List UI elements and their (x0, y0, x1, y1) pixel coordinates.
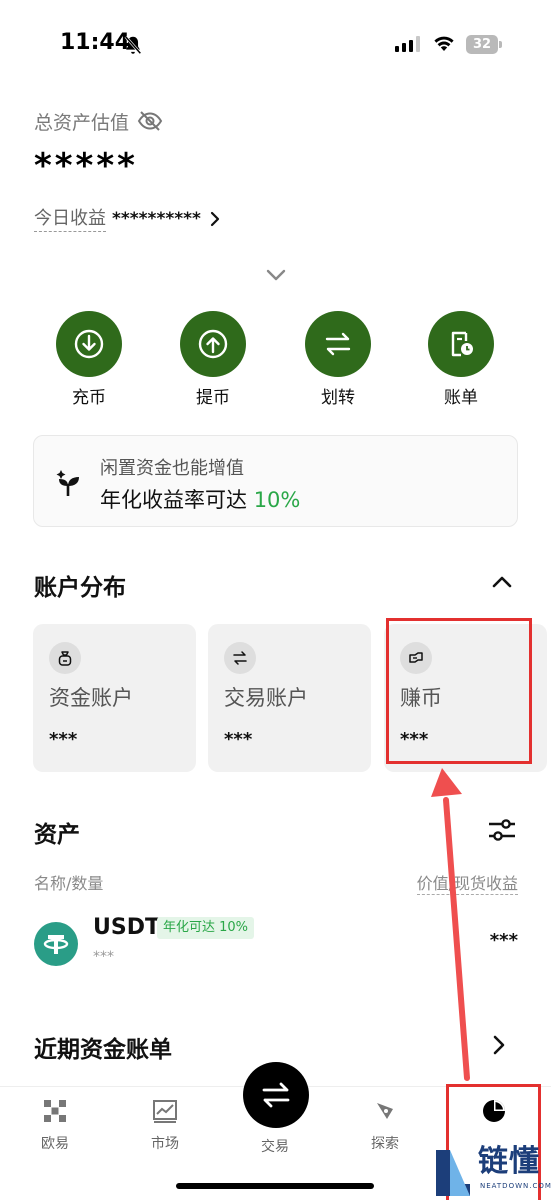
nav-home-label: 欧易 (41, 1136, 69, 1152)
watermark-logo: 链懂 NEATDOWN.COM (434, 1130, 551, 1200)
promo-main-text: 年化收益率可达 10% (100, 484, 300, 514)
status-bar: 11:44 32 (0, 0, 551, 90)
deposit-label: 充币 (72, 388, 106, 408)
trading-account-value: *** (224, 729, 253, 750)
today-earnings-label: 今日收益 (34, 207, 106, 232)
promo-rate: 10% (253, 488, 301, 512)
earn-promo-banner[interactable]: 闲置资金也能增值 年化收益率可达 10% (33, 435, 518, 527)
funding-account-name: 资金账户 (49, 686, 133, 710)
okx-logo-icon (44, 1100, 66, 1122)
today-earnings-row[interactable]: 今日收益 ********** (34, 206, 223, 232)
bag-icon (49, 642, 81, 674)
sprout-icon (56, 470, 79, 496)
status-time: 11:44 (60, 30, 131, 55)
nav-home[interactable]: 欧易 (10, 1097, 100, 1153)
recent-bills-title[interactable]: 近期资金账单 (34, 1030, 172, 1064)
watermark-text: 链懂 (478, 1144, 540, 1179)
chevron-down-icon[interactable] (264, 264, 288, 286)
total-assets-label-row: 总资产估值 (34, 108, 163, 134)
watermark-subtext: NEATDOWN.COM (480, 1182, 551, 1190)
home-indicator (176, 1183, 374, 1189)
asset-name: USDT (93, 915, 160, 940)
funding-account-value: *** (49, 729, 78, 750)
asset-apy-badge: 年化可达 10% (157, 917, 255, 939)
battery-level: 32 (466, 35, 498, 54)
trade-button[interactable] (243, 1062, 309, 1128)
compass-icon (377, 1103, 393, 1119)
total-assets-value: ***** (34, 146, 138, 186)
withdraw-label: 提币 (196, 388, 230, 408)
assets-column-value: 价值/现货收益 (416, 870, 518, 895)
total-assets-label: 总资产估值 (34, 111, 130, 134)
trading-account-card[interactable]: 交易账户 *** (208, 624, 371, 772)
transfer-arrows-icon (262, 1082, 290, 1108)
asset-value: *** (489, 930, 518, 951)
assets-column-name: 名称/数量 (34, 874, 104, 893)
promo-main-label: 年化收益率可达 (100, 488, 247, 512)
nav-explore-label: 探索 (371, 1136, 399, 1152)
bell-off-icon (124, 35, 142, 55)
bill-icon (428, 311, 494, 377)
asset-amount: *** (93, 949, 114, 965)
market-chart-icon (153, 1100, 177, 1123)
chevron-right-icon (210, 211, 220, 227)
filter-settings-icon[interactable] (487, 816, 517, 844)
nav-market[interactable]: 市场 (120, 1097, 210, 1153)
earn-highlight-box (386, 618, 532, 764)
account-distribution-title: 账户分布 (34, 575, 126, 601)
transfer-button[interactable]: 划转 (288, 311, 388, 408)
bill-button[interactable]: 账单 (411, 311, 511, 408)
transfer-label: 划转 (321, 388, 355, 408)
funding-account-card[interactable]: 资金账户 *** (33, 624, 196, 772)
assets-title: 资产 (34, 822, 80, 848)
nav-market-label: 市场 (151, 1136, 179, 1152)
promo-subtitle: 闲置资金也能增值 (100, 458, 244, 479)
deposit-icon (56, 311, 122, 377)
asset-row-usdt[interactable]: USDT 年化可达 10% *** *** (0, 905, 551, 983)
battery-icon: 32 (466, 35, 502, 54)
withdraw-icon (180, 311, 246, 377)
trading-account-name: 交易账户 (224, 686, 308, 710)
nav-explore[interactable]: 探索 (340, 1097, 430, 1153)
cellular-signal-icon (395, 36, 420, 52)
watermark-l-mark (436, 1150, 470, 1196)
wifi-icon (434, 36, 454, 51)
nav-trade-label: 交易 (261, 1139, 289, 1155)
today-earnings-value: ********** (112, 209, 201, 229)
deposit-button[interactable]: 充币 (39, 311, 139, 408)
bill-label: 账单 (444, 388, 478, 408)
transfer-icon (305, 311, 371, 377)
chevron-up-icon[interactable] (489, 570, 515, 594)
eye-off-icon[interactable] (137, 108, 163, 134)
swap-icon (224, 642, 256, 674)
chevron-right-icon[interactable] (490, 1034, 508, 1056)
usdt-coin-icon (34, 922, 78, 966)
withdraw-button[interactable]: 提币 (163, 311, 263, 408)
